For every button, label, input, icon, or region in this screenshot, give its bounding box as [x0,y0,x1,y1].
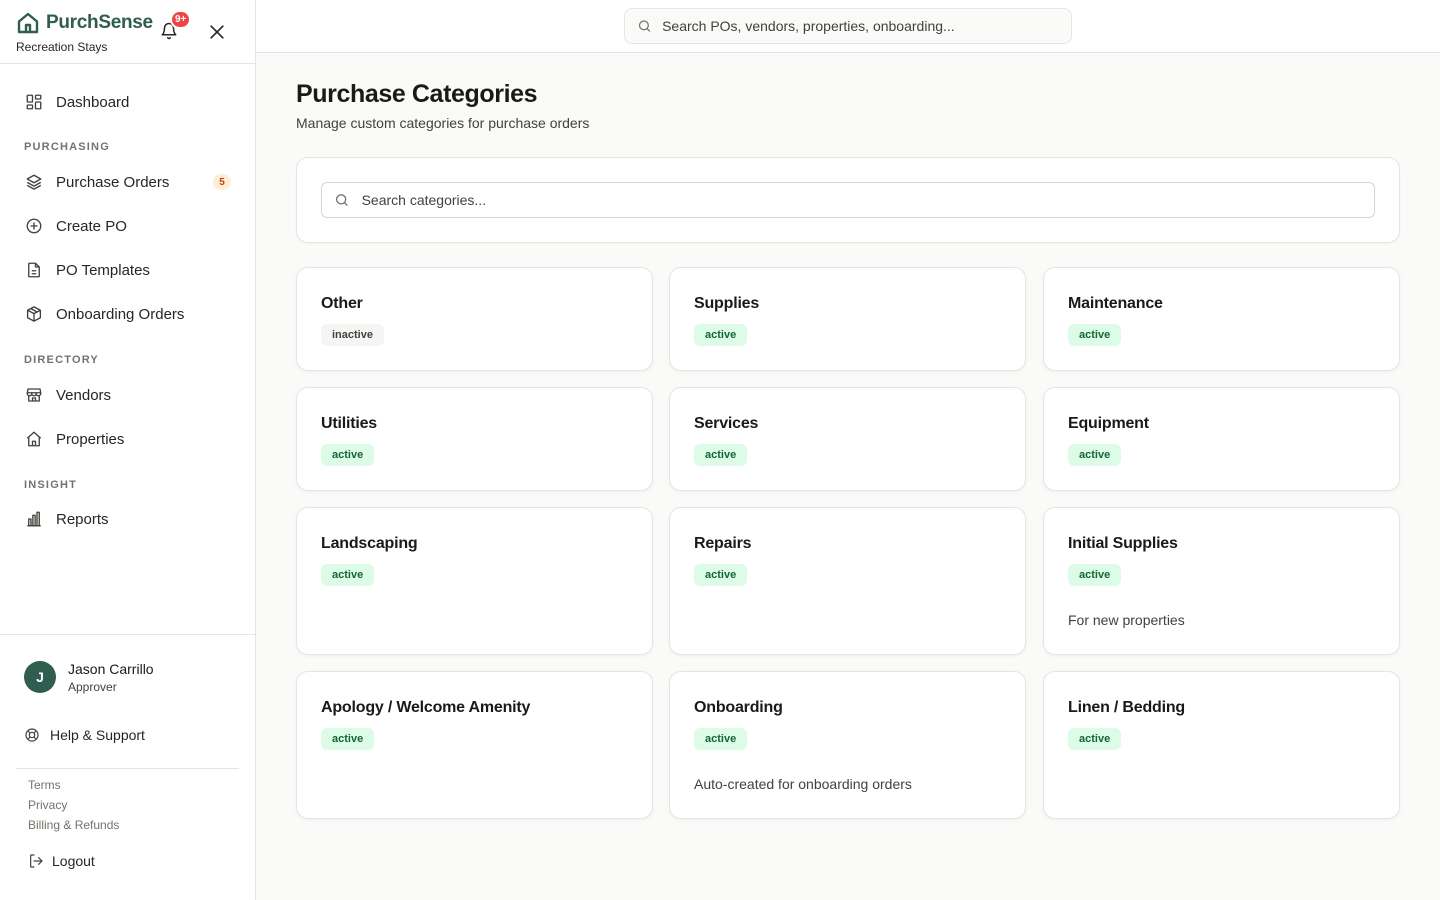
brand-area: PurchSense Recreation Stays 9+ [0,0,255,64]
user-role: Approver [68,680,117,694]
category-name: Landscaping [321,535,418,552]
category-card[interactable]: Landscaping active [296,507,653,655]
package-icon [24,304,44,324]
category-card[interactable]: Apology / Welcome Amenity active [296,671,653,819]
category-search[interactable] [321,182,1375,218]
status-badge: active [1068,444,1122,466]
category-card[interactable]: Repairs active [669,507,1026,655]
category-card[interactable]: Services active [669,387,1026,491]
org-name: Recreation Stays [16,40,108,54]
category-description: For new properties [1068,612,1185,628]
status-badge: active [694,324,748,346]
logo[interactable]: PurchSense [16,11,153,35]
avatar[interactable]: J [24,661,56,693]
sidebar: PurchSense Recreation Stays 9+ Dashboard… [0,0,256,900]
search-icon [638,20,651,32]
nav-label-purchase-orders: Purchase Orders [56,173,170,191]
page-title: Purchase Categories [296,80,538,108]
category-card[interactable]: Other inactive [296,267,653,371]
user-name: Jason Carrillo [68,661,154,677]
category-name: Utilities [321,415,377,432]
lifebuoy-icon [25,728,39,742]
category-card[interactable]: Onboarding active Auto-created for onboa… [669,671,1026,819]
global-search-input[interactable] [662,18,1071,34]
status-badge: inactive [321,324,384,346]
house-logo-icon [17,12,39,34]
purchase-orders-count-badge: 5 [213,174,231,190]
category-name: Repairs [694,535,752,552]
logout-label: Logout [52,853,95,869]
status-badge: active [694,728,748,750]
category-name: Initial Supplies [1068,535,1178,552]
section-label-insight: INSIGHT [24,479,78,491]
nav-item-dashboard[interactable]: Dashboard [16,84,239,120]
category-name: Maintenance [1068,295,1163,312]
category-card[interactable]: Equipment active [1043,387,1400,491]
home-icon [24,429,44,449]
logout-icon [30,854,43,868]
category-search-card [296,157,1400,243]
bar-chart-icon [24,509,44,529]
nav-label-properties: Properties [56,430,125,448]
nav-label-po-templates: PO Templates [56,261,150,279]
divider [16,768,239,769]
terms-link[interactable]: Terms [28,778,61,792]
category-card[interactable]: Maintenance active [1043,267,1400,371]
category-description: Auto-created for onboarding orders [694,776,912,792]
nav-item-vendors[interactable]: Vendors [16,377,239,413]
plus-circle-icon [24,216,44,236]
category-name: Services [694,415,759,432]
search-icon [335,194,348,206]
category-name: Equipment [1068,415,1149,432]
status-badge: active [321,564,375,586]
section-label-directory: DIRECTORY [24,354,99,366]
status-badge: active [321,444,375,466]
nav-label-onboarding-orders: Onboarding Orders [56,305,185,323]
nav-item-create-po[interactable]: Create PO [16,208,239,244]
sidebar-footer: J Jason Carrillo Approver Help & Support… [0,634,255,900]
status-badge: active [694,564,748,586]
store-icon [24,385,44,405]
nav-label-reports: Reports [56,510,109,528]
section-label-purchasing: PURCHASING [24,141,110,153]
status-badge: active [1068,564,1122,586]
nav-label-vendors: Vendors [56,386,112,404]
nav-item-onboarding-orders[interactable]: Onboarding Orders [16,296,239,332]
brand-name: PurchSense [46,12,153,33]
status-badge: active [1068,728,1122,750]
nav-item-reports[interactable]: Reports [16,501,239,537]
close-icon [210,25,224,39]
status-badge: active [321,728,375,750]
help-support-link[interactable]: Help & Support [24,727,145,743]
category-name: Linen / Bedding [1068,699,1185,716]
nav-item-properties[interactable]: Properties [16,421,239,457]
nav-item-po-templates[interactable]: PO Templates [16,252,239,288]
category-card[interactable]: Linen / Bedding active [1043,671,1400,819]
category-name: Onboarding [694,699,783,716]
category-name: Apology / Welcome Amenity [321,699,531,716]
status-badge: active [1068,324,1122,346]
nav-label-create-po: Create PO [56,217,127,235]
category-search-input[interactable] [361,192,1374,208]
nav-item-purchase-orders[interactable]: Purchase Orders 5 [16,164,239,200]
category-name: Other [321,295,363,312]
category-name: Supplies [694,295,760,312]
privacy-link[interactable]: Privacy [28,798,67,812]
top-bar [256,0,1440,53]
layers-icon [24,172,44,192]
billing-refunds-link[interactable]: Billing & Refunds [28,818,119,832]
page-subtitle: Manage custom categories for purchase or… [296,115,590,131]
close-sidebar-button[interactable] [207,22,227,42]
category-card[interactable]: Supplies active [669,267,1026,371]
global-search[interactable] [624,8,1072,44]
help-support-label: Help & Support [50,727,145,743]
category-card[interactable]: Utilities active [296,387,653,491]
logout-button[interactable]: Logout [28,853,95,869]
status-badge: active [694,444,748,466]
category-card[interactable]: Initial Supplies active For new properti… [1043,507,1400,655]
notification-badge: 9+ [170,10,192,29]
grid-icon [24,92,44,112]
document-icon [24,260,44,280]
nav-label-dashboard: Dashboard [56,93,130,111]
